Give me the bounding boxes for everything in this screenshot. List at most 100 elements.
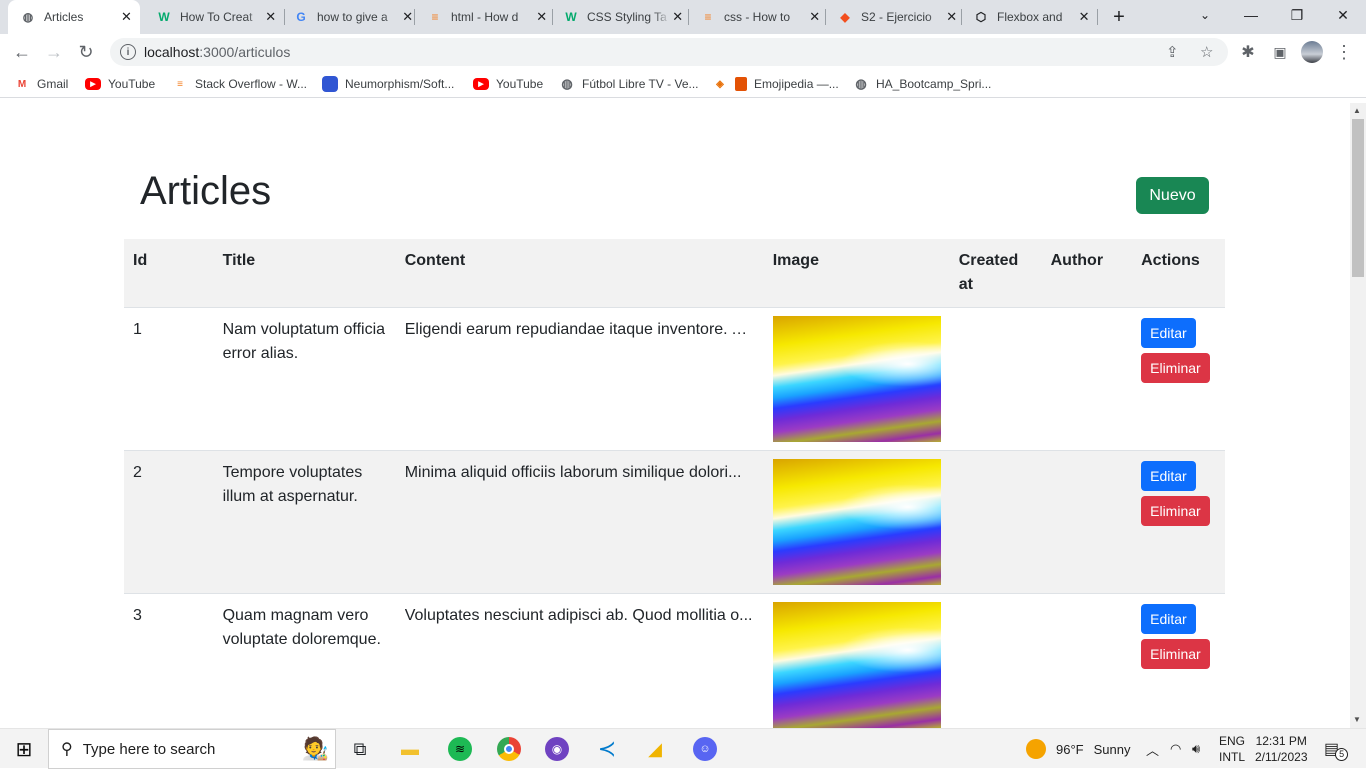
delete-button[interactable]: Eliminar xyxy=(1141,353,1210,383)
weather-temp: 96°F xyxy=(1056,741,1084,757)
file-explorer-icon[interactable]: ▬ xyxy=(398,737,422,761)
tab-title: how to give a xyxy=(317,10,388,24)
window-close-icon[interactable]: ✕ xyxy=(1320,0,1366,30)
delete-button[interactable]: Eliminar xyxy=(1141,496,1210,526)
side-panel-icon[interactable]: ▣ xyxy=(1267,39,1293,65)
column-header-actions: Actions xyxy=(1132,239,1225,308)
delete-button[interactable]: Eliminar xyxy=(1141,639,1210,669)
weather-text: Sunny xyxy=(1093,741,1131,757)
bookmark-youtube-1[interactable]: ▶ YouTube xyxy=(85,75,155,93)
close-icon[interactable]: ✕ xyxy=(119,9,134,25)
article-image xyxy=(772,602,941,728)
github-desktop-icon[interactable]: ◉ xyxy=(545,737,569,761)
notifications-icon[interactable]: ▤ 5 xyxy=(1324,729,1349,769)
tab-google[interactable]: G how to give a ✕ xyxy=(285,0,421,34)
edit-button[interactable]: Editar xyxy=(1141,461,1196,491)
cell-id: 3 xyxy=(124,593,214,728)
vscode-icon[interactable]: ≺ xyxy=(595,736,619,761)
share-icon[interactable]: ⇪ xyxy=(1166,43,1179,61)
windows-start-icon[interactable]: ⊞ xyxy=(12,737,36,761)
cell-id: 2 xyxy=(124,450,214,594)
bookmark-ha-bootcamp[interactable]: ◍ HA_Bootcamp_Spri... xyxy=(853,75,991,93)
tab-articles[interactable]: ◍ Articles ✕ xyxy=(8,0,140,34)
tab-title: html - How d xyxy=(451,10,519,24)
tab-w3schools-1[interactable]: W How To Creat ✕ xyxy=(148,0,284,34)
globe-icon: ◍ xyxy=(855,76,867,91)
tab-figma[interactable]: ◆ S2 - Ejercicio ✕ xyxy=(829,0,965,34)
forward-arrow-icon[interactable]: → xyxy=(41,39,67,65)
w3schools-icon: W xyxy=(565,10,577,24)
reload-icon[interactable]: ↻ xyxy=(73,39,99,65)
cell-content: Eligendi earum repudiandae itaque invent… xyxy=(395,307,764,451)
cell-title: Nam voluptatum officia error alias. xyxy=(213,307,396,451)
cell-author xyxy=(1041,593,1133,728)
bookmark-neumorphism[interactable]: Neumorphism/Soft... xyxy=(322,75,454,93)
bookmark-stackoverflow[interactable]: ≡ Stack Overflow - W... xyxy=(172,75,307,93)
star-icon[interactable]: ☆ xyxy=(1200,43,1213,61)
cell-author xyxy=(1041,307,1133,451)
new-tab-icon[interactable]: + xyxy=(1104,2,1134,32)
tab-search-chevron-icon[interactable]: ⌄ xyxy=(1182,0,1228,30)
close-icon[interactable]: ✕ xyxy=(263,9,278,25)
close-icon[interactable]: ✕ xyxy=(1077,9,1091,25)
close-icon[interactable]: ✕ xyxy=(534,9,549,25)
bookmark-unnamed[interactable]: ◈ xyxy=(712,75,735,93)
taskbar-search[interactable]: ⚲ Type here to search 🧑‍🎨 xyxy=(48,729,336,769)
google-icon: G xyxy=(296,10,306,24)
language-indicator[interactable]: ENG INTL xyxy=(1219,729,1245,769)
close-icon[interactable]: ✕ xyxy=(944,9,959,25)
clock[interactable]: 12:31 PM 2/11/2023 xyxy=(1255,729,1308,769)
address-bar[interactable]: i localhost:3000/articulos ⇪ ☆ xyxy=(110,38,1228,66)
app-icon[interactable]: ◢ xyxy=(643,737,667,761)
cell-actions: Editar Eliminar xyxy=(1132,593,1225,728)
site-info-icon[interactable]: i xyxy=(120,44,136,60)
scroll-down-icon[interactable]: ▼ xyxy=(1353,715,1361,724)
spotify-icon[interactable]: ≋ xyxy=(448,737,472,761)
cell-image xyxy=(763,450,950,594)
weather-widget[interactable]: 96°F Sunny xyxy=(1026,729,1130,769)
scroll-up-icon[interactable]: ▲ xyxy=(1353,106,1361,115)
search-highlight-icon: 🧑‍🎨 xyxy=(301,736,329,761)
column-header-title: Title xyxy=(213,239,396,308)
bookmark-youtube-2[interactable]: ▶ YouTube xyxy=(473,75,543,93)
bookmark-emojipedia[interactable]: Emojipedia —... xyxy=(735,75,839,93)
bookmark-gmail[interactable]: M Gmail xyxy=(14,75,69,93)
close-icon[interactable]: ✕ xyxy=(400,9,415,25)
tray-chevron-icon[interactable]: ︿ xyxy=(1146,729,1159,769)
profile-avatar[interactable] xyxy=(1299,39,1325,65)
new-article-button[interactable]: Nuevo xyxy=(1136,177,1209,214)
task-view-icon[interactable]: ⧉ xyxy=(348,737,372,761)
tab-stackoverflow-2[interactable]: ≡ css - How to ✕ xyxy=(692,0,828,34)
volume-icon[interactable]: 🔊︎ xyxy=(1192,729,1200,769)
tab-w3schools-2[interactable]: W CSS Styling Ta ✕ xyxy=(555,0,691,34)
network-icon[interactable]: ◠ xyxy=(1170,729,1181,769)
close-icon[interactable]: ✕ xyxy=(670,9,685,25)
sun-icon xyxy=(1026,739,1046,759)
close-icon[interactable]: ✕ xyxy=(807,9,822,25)
bookmark-label: YouTube xyxy=(496,77,544,91)
content-text: Eligendi earum repudiandae itaque invent… xyxy=(404,321,755,338)
bookmarks-bar: M Gmail ▶ YouTube ≡ Stack Overflow - W... N… xyxy=(0,70,1366,98)
chrome-icon[interactable] xyxy=(497,737,521,761)
cell-title: Quam magnam vero voluptate doloremque. xyxy=(213,593,396,728)
edit-button[interactable]: Editar xyxy=(1141,318,1196,348)
edit-button[interactable]: Editar xyxy=(1141,604,1196,634)
menu-dots-icon[interactable]: ⋮ xyxy=(1331,39,1357,65)
column-header-author: Author xyxy=(1041,239,1133,308)
scrollbar-thumb[interactable] xyxy=(1352,119,1364,277)
bookmark-icon: ◈ xyxy=(716,78,724,90)
bookmark-futbol-libre[interactable]: ◍ Fútbol Libre TV - Ve... xyxy=(559,75,699,93)
back-arrow-icon[interactable]: ← xyxy=(9,39,35,65)
minimize-icon[interactable]: — xyxy=(1228,0,1274,30)
w3schools-icon: W xyxy=(158,10,170,24)
page-scrollbar[interactable]: ▲ ▼ xyxy=(1350,103,1366,728)
tab-stackoverflow-1[interactable]: ≡ html - How d ✕ xyxy=(419,0,555,34)
discord-icon[interactable]: ☺ xyxy=(693,737,717,761)
page-content: Articles Nuevo Id Title Content Image Cr… xyxy=(0,103,1350,728)
extensions-icon[interactable]: ✱ xyxy=(1235,39,1261,65)
bookmark-label: Fútbol Libre TV - Ve... xyxy=(582,77,699,91)
restore-icon[interactable]: ❐ xyxy=(1274,0,1320,30)
time: 12:31 PM xyxy=(1255,734,1307,748)
youtube-icon: ▶ xyxy=(473,78,489,90)
tab-codepen[interactable]: ⬡ Flexbox and ✕ xyxy=(965,0,1097,34)
